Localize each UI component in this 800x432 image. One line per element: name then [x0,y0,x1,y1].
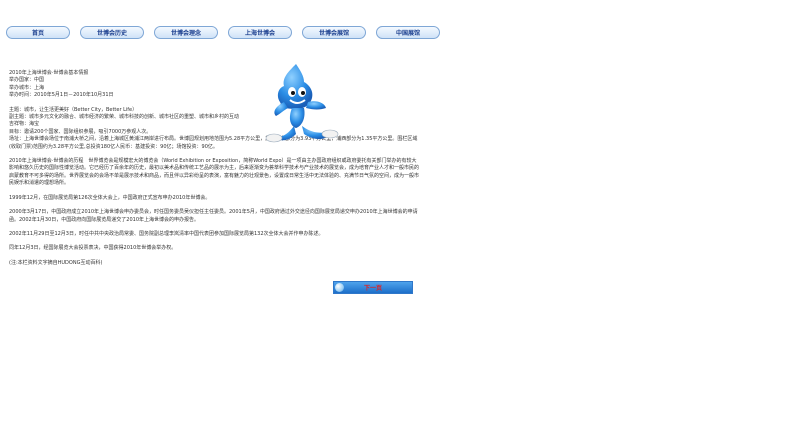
timeline-item: 1999年12月，在国际展览局第126次全体大会上，中国政府正式宣布申办2010… [9,194,211,201]
timeline-item: 同年12月3日，经国际展览大会投票表决，中国获得2010年世博会举办权。 [9,245,177,252]
nav-item-expo-history[interactable]: 世博会历史 [80,26,144,39]
nav-item-expo-concept[interactable]: 世博会理念 [154,26,218,39]
mascot-icon [265,64,339,143]
timeline-item: 2002年11月29日至12月3日，时任中共中央政治局常委、国务院副总理李岚清率… [9,230,324,237]
nav-item-china-pavilion[interactable]: 中国展馆 [376,26,440,39]
nav-item-shanghai-expo[interactable]: 上海世博会 [228,26,292,39]
theme-line: 副主题：城市多元文化的融合、城市经济的繁荣、城市科技的创新、城市社区的重塑、城市… [9,114,240,121]
timeline-item: 2000年3月17日，中国政府成立2010年上海世博会申办委员会，时任国务委员吴… [9,209,418,223]
source-note: (注:本栏资料文字摘自HUDONG互动百科) [9,259,103,266]
theme-line: 主题：城市，让生活更美好（Better City，Better Life） [9,106,138,113]
next-page-button[interactable]: 下一页 [333,281,413,294]
top-nav: 首页 世博会历史 世博会理念 上海世博会 世博会展馆 中国展馆 [6,26,446,40]
intro-paragraph: 2010年上海世博会·世博会的历程 世界博览会是规模宏大的博览会（World E… [9,158,420,187]
info-line: 举办国家：中国 [9,77,45,84]
haibao-mascot-image [258,62,340,148]
circle-icon [335,283,344,292]
theme-line: 场址：上海世博会场位于南浦大桥之间，沿着上海城区黄浦江两岸进行布局。世博园规划用… [9,136,418,150]
article-content: 2010年上海世博会·世博会基本情报 举办国家：中国 举办城市：上海 举办时间：… [9,70,421,267]
nav-item-home[interactable]: 首页 [6,26,70,39]
next-page-label: 下一页 [363,285,382,292]
article-heading: 2010年上海世博会·世博会基本情报 [9,70,89,76]
theme-line: 吉祥物：海宝 [9,121,40,128]
info-line: 举办时间：2010年5月1日－2010年10月31日 [9,92,114,99]
nav-item-expo-pavilions[interactable]: 世博会展馆 [302,26,366,39]
